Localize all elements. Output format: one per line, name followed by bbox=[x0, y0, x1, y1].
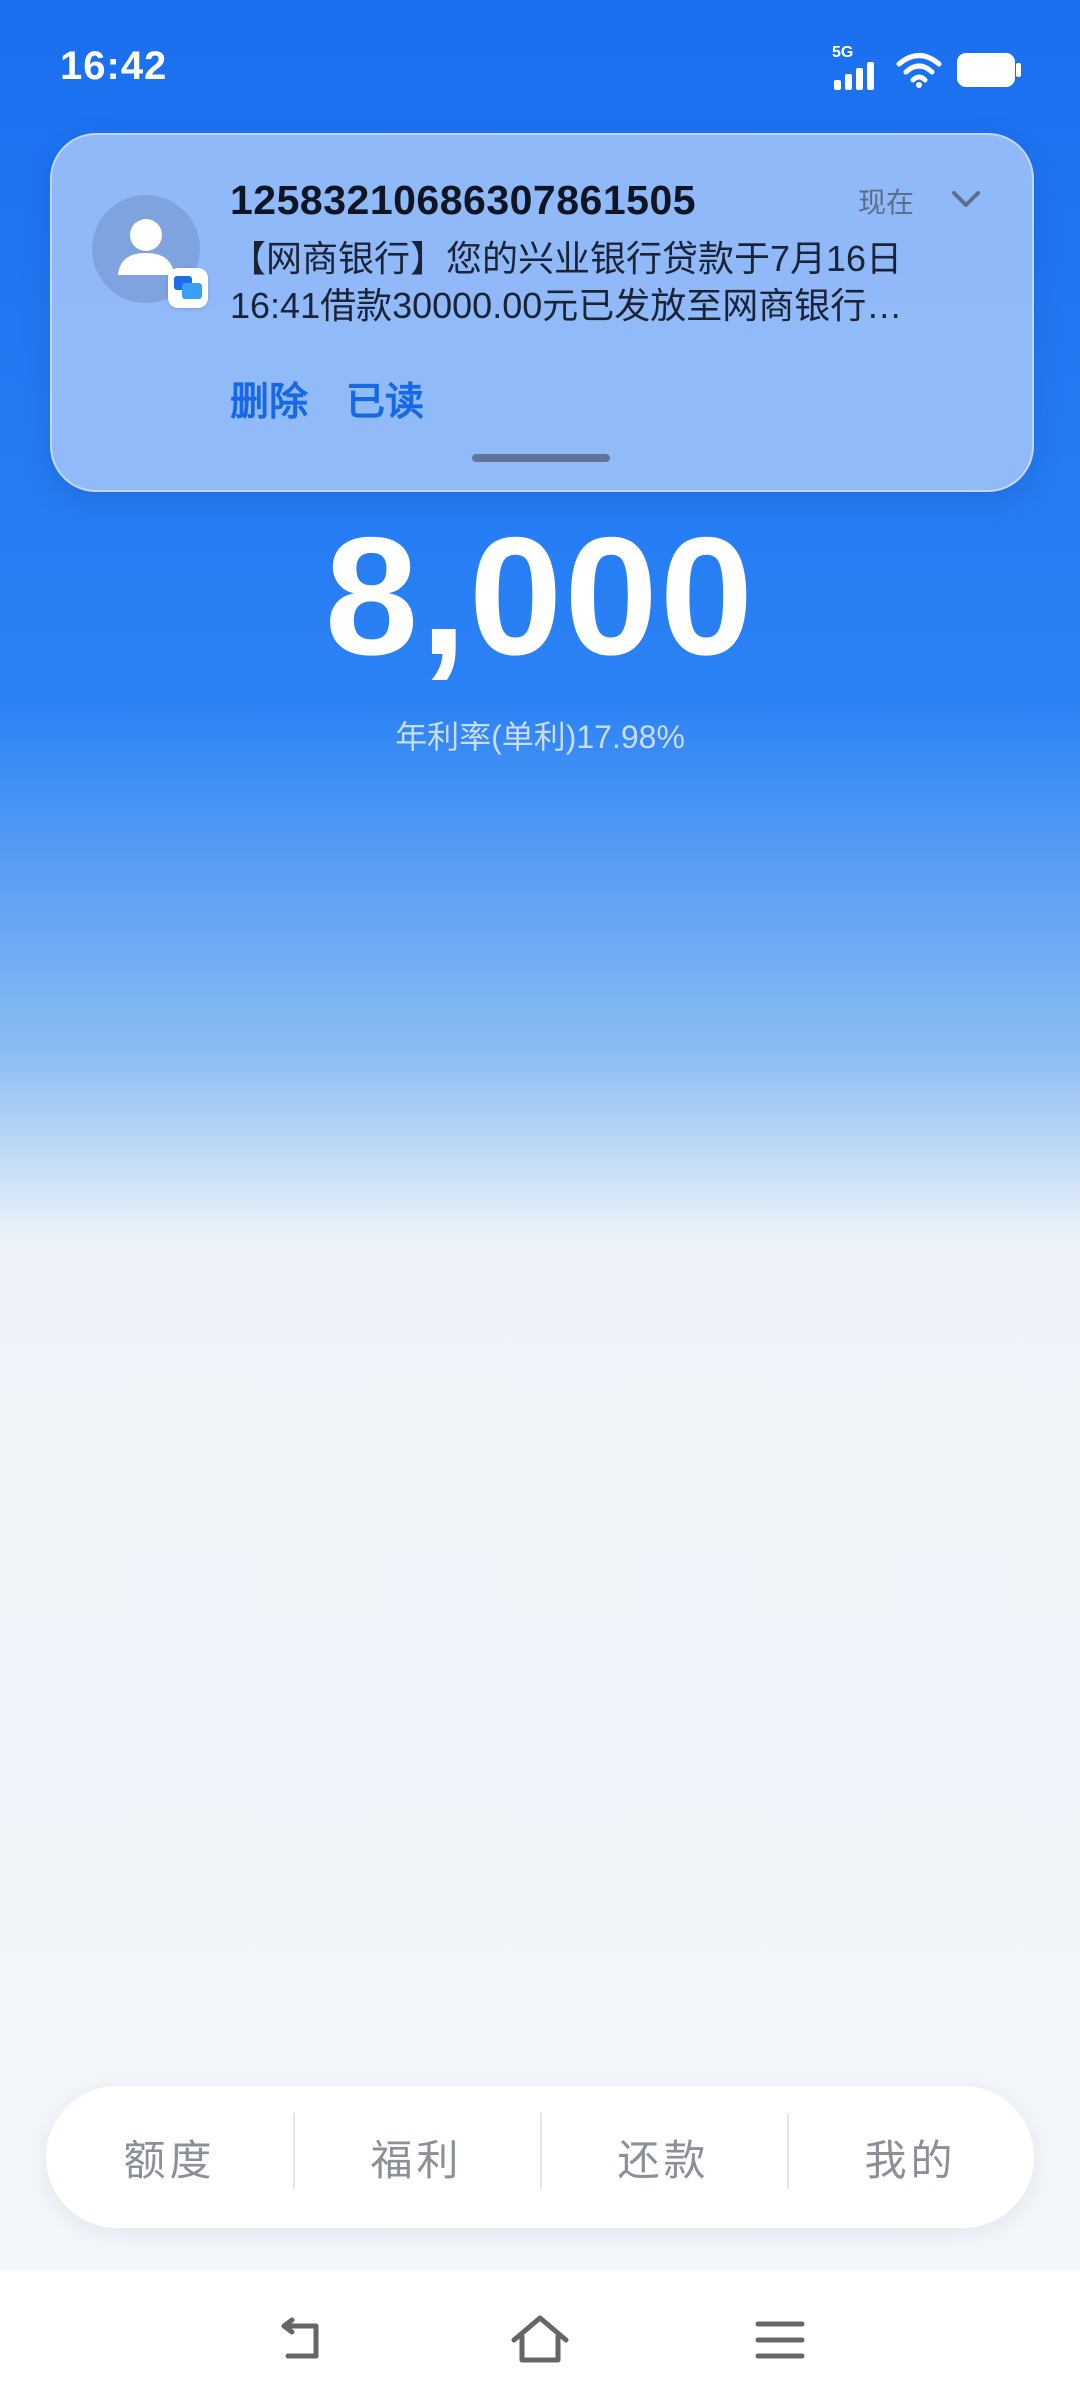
back-icon[interactable] bbox=[270, 2310, 330, 2370]
delete-button[interactable]: 删除 bbox=[230, 371, 308, 427]
home-icon[interactable] bbox=[510, 2310, 570, 2370]
signal-icon: 5G bbox=[832, 44, 882, 90]
status-bar: 16:42 5G bbox=[0, 0, 1080, 130]
notification-time: 现在 bbox=[858, 187, 915, 218]
network-type-label: 5G bbox=[832, 44, 854, 61]
tab-repayment[interactable]: 还款 bbox=[540, 2112, 787, 2189]
sms-notification-card[interactable]: 12583210686307861505 现在 【网商银行】您的兴业银行贷款于7… bbox=[50, 133, 1034, 492]
annual-rate-label: 年利率(单利)17.98% bbox=[395, 719, 685, 755]
battery-icon bbox=[957, 53, 1021, 87]
status-icons: 5G bbox=[832, 44, 1022, 90]
tab-quota[interactable]: 额度 bbox=[46, 2127, 293, 2188]
wifi-icon bbox=[896, 53, 942, 88]
notification-message: 【网商银行】您的兴业银行贷款于7月16日16:41借款30000.00元已发放至… bbox=[230, 238, 903, 326]
menu-icon[interactable] bbox=[750, 2310, 810, 2370]
messages-app-icon bbox=[168, 268, 208, 308]
tab-benefits[interactable]: 福利 bbox=[293, 2112, 540, 2189]
status-time: 16:42 bbox=[60, 44, 168, 88]
chevron-down-icon[interactable] bbox=[948, 181, 984, 217]
mark-read-button[interactable]: 已读 bbox=[346, 371, 424, 427]
system-navigation-bar bbox=[0, 2270, 1080, 2400]
tab-mine[interactable]: 我的 bbox=[787, 2112, 1034, 2189]
bottom-tab-bar: 额度 福利 还款 我的 bbox=[46, 2086, 1034, 2228]
notification-sender: 12583210686307861505 bbox=[230, 177, 697, 223]
notification-drag-handle[interactable] bbox=[472, 454, 610, 462]
loan-amount: 8,000 bbox=[324, 502, 756, 690]
